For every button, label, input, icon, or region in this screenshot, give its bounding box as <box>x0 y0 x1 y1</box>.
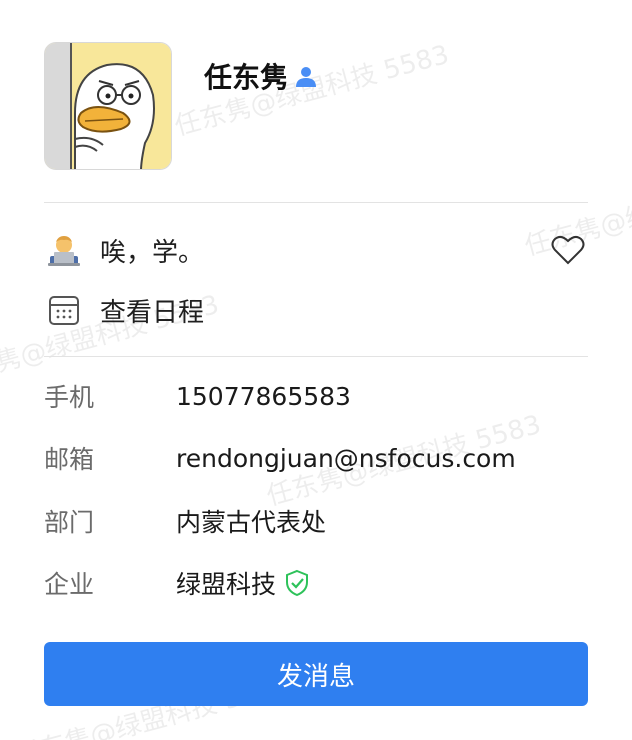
status-text: 唉，学。 <box>100 237 205 268</box>
calendar-icon <box>44 290 84 330</box>
status-row: 唉，学。 <box>44 230 588 270</box>
info-label: 手机 <box>44 383 95 412</box>
user-name: 任东隽 <box>204 61 289 94</box>
info-label: 部门 <box>44 508 95 537</box>
company-value: 绿盟科技 <box>176 570 277 599</box>
view-schedule-label: 查看日程 <box>100 297 205 328</box>
info-row-phone: 手机 15077865583 <box>44 378 351 414</box>
department-value: 内蒙古代表处 <box>176 508 327 537</box>
heart-outline-icon[interactable] <box>548 230 588 270</box>
name-row: 任东隽 <box>204 56 318 96</box>
company-value-wrap: 绿盟科技 <box>176 565 310 601</box>
info-row-email: 邮箱 rendongjuan@nsfocus.com <box>44 440 516 476</box>
info-label: 企业 <box>44 570 95 599</box>
email-value[interactable]: rendongjuan@nsfocus.com <box>176 444 516 473</box>
phone-value[interactable]: 15077865583 <box>176 382 351 411</box>
avatar[interactable] <box>44 42 172 170</box>
send-message-button[interactable]: 发消息 <box>44 642 588 706</box>
verified-shield-icon <box>284 569 310 597</box>
info-label: 邮箱 <box>44 445 95 474</box>
info-row-company: 企业 绿盟科技 <box>44 565 310 601</box>
view-schedule-link[interactable]: 查看日程 <box>44 290 588 330</box>
technologist-emoji-icon <box>44 230 84 270</box>
contact-card: 任东隽@绿盟科技 5583 任东隽@绿盟科技 5583 任东隽@绿盟科技 558… <box>0 0 632 740</box>
duck-avatar-image <box>45 43 171 169</box>
divider <box>44 202 588 203</box>
person-icon <box>294 64 318 88</box>
info-row-department: 部门 内蒙古代表处 <box>44 503 326 539</box>
divider <box>44 356 588 357</box>
